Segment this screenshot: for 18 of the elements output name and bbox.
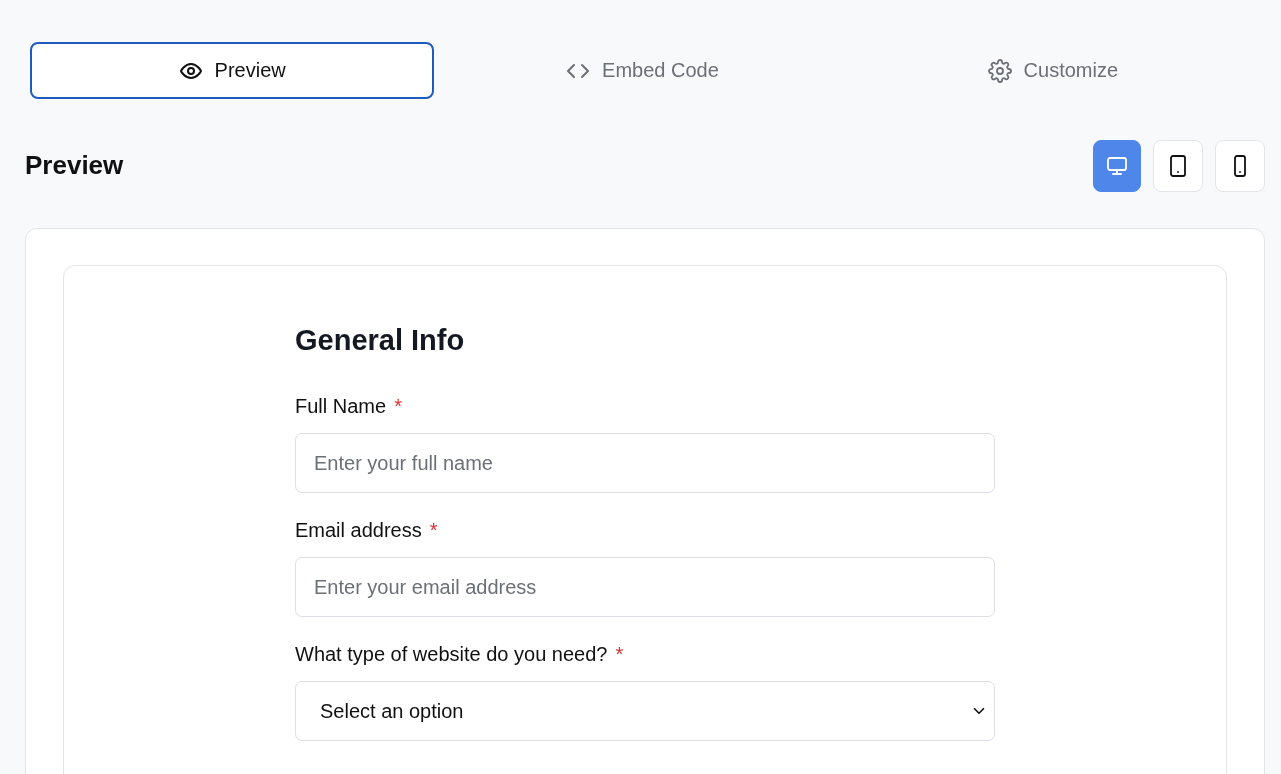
field-label: Full Name bbox=[295, 395, 387, 418]
required-mark: * bbox=[429, 519, 438, 542]
required-mark: * bbox=[394, 395, 402, 418]
tab[interactable]: Customize bbox=[850, 42, 1255, 99]
input-field[interactable]: Enter your email address bbox=[295, 557, 995, 617]
input-field[interactable]: Enter your full name bbox=[295, 433, 995, 493]
select-field[interactable]: Select an option bbox=[295, 681, 995, 741]
required-mark: * bbox=[615, 643, 624, 666]
field-label: What type of website do you need? bbox=[295, 643, 608, 666]
field-label: Email address bbox=[295, 519, 422, 542]
section-title: Preview bbox=[25, 150, 124, 181]
tab[interactable]: Embed Code bbox=[440, 42, 845, 99]
tablet-view-button[interactable] bbox=[1153, 139, 1203, 192]
settings-icon bbox=[987, 58, 1012, 83]
form-title: General Info bbox=[295, 324, 466, 357]
desktop-view-button[interactable] bbox=[1093, 139, 1141, 192]
phone-view-button[interactable] bbox=[1215, 139, 1265, 192]
tab[interactable]: Preview bbox=[30, 42, 435, 99]
